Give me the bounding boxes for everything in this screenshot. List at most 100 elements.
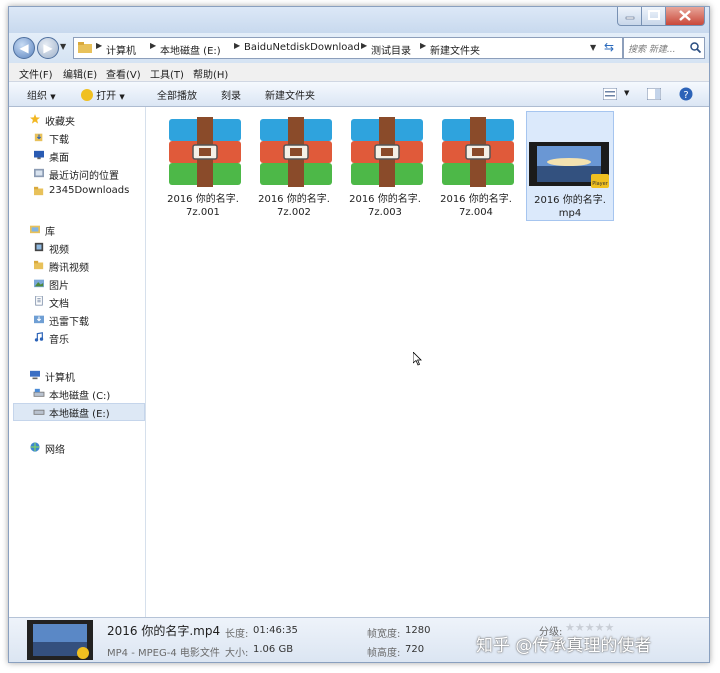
- breadcrumb-separator[interactable]: ▶: [234, 41, 240, 50]
- sidebar-network-label: 网络: [45, 445, 65, 456]
- desktop-icon: [34, 150, 44, 160]
- breadcrumb-new-folder[interactable]: 新建文件夹: [430, 42, 480, 57]
- close-button[interactable]: [665, 7, 705, 26]
- help-icon[interactable]: ?: [679, 87, 693, 101]
- breadcrumb-separator[interactable]: ▶: [361, 41, 367, 50]
- address-box[interactable]: ▶ 计算机 ▶ 本地磁盘 (E:) ▶ BaiduNetdiskDownload…: [73, 37, 623, 59]
- back-arrow-icon: ◀: [19, 41, 29, 55]
- view-dropdown[interactable]: ▼: [624, 89, 629, 97]
- sidebar-libraries-label: 库: [45, 227, 55, 238]
- sidebar-item-label: 最近访问的位置: [49, 171, 119, 182]
- file-name: 2016 你的名字. 7z.004: [433, 193, 519, 219]
- breadcrumb-test-dir[interactable]: 测试目录: [371, 42, 411, 57]
- address-bar-area: ◀ ▶ ▼ ▶ 计算机 ▶ 本地磁盘 (E:) ▶ BaiduNetdiskDo…: [9, 33, 709, 63]
- sidebar-item-label: 本地磁盘 (C:): [49, 391, 111, 402]
- forward-arrow-icon: ▶: [43, 41, 53, 55]
- search-icon[interactable]: [690, 42, 701, 53]
- minimize-icon: [625, 16, 635, 20]
- svg-text:?: ?: [683, 90, 688, 101]
- file-name-line2: 7z.002: [277, 207, 311, 218]
- file-item[interactable]: Player 2016 你的名字. mp4: [526, 111, 614, 221]
- menu-file[interactable]: 文件(F): [19, 66, 53, 81]
- breadcrumb-separator[interactable]: ▶: [96, 41, 102, 50]
- size-value: 1.06 GB: [253, 644, 294, 655]
- menu-edit[interactable]: 编辑(E): [63, 66, 97, 81]
- organize-label: 组织: [27, 91, 47, 102]
- search-input[interactable]: 搜索 新建...: [623, 37, 705, 59]
- burn-button[interactable]: 刻录: [221, 87, 241, 102]
- command-bar: 组织 ▼ 打开 ▼ 全部播放 刻录 新建文件夹 ▼ ?: [9, 82, 709, 107]
- maximize-icon: [648, 10, 660, 20]
- archive-icon: [169, 117, 241, 187]
- pictures-icon: [34, 279, 44, 288]
- file-name-line1: 2016 你的名字.: [534, 195, 606, 206]
- drive-icon: [33, 409, 45, 415]
- sidebar-item-label: 文档: [49, 299, 69, 310]
- file-item[interactable]: 2016 你的名字. 7z.001: [160, 111, 246, 219]
- menu-tools[interactable]: 工具(T): [150, 66, 184, 81]
- file-name: 2016 你的名字. 7z.002: [251, 193, 337, 219]
- forward-button[interactable]: ▶: [37, 37, 59, 59]
- breadcrumb-separator[interactable]: ▶: [150, 41, 156, 50]
- file-name: 2016 你的名字. mp4: [527, 194, 613, 220]
- computer-icon: [30, 370, 40, 380]
- file-name-line2: 7z.001: [186, 207, 220, 218]
- breadcrumb-separator[interactable]: ▶: [420, 41, 426, 50]
- network-icon: [30, 442, 40, 452]
- organize-button[interactable]: 组织 ▼: [27, 87, 56, 102]
- frame-height-label: 帧高度:: [367, 648, 401, 659]
- title-bar: [9, 7, 709, 33]
- sidebar-favorites-label: 收藏夹: [45, 117, 75, 128]
- file-name: 2016 你的名字. 7z.003: [342, 193, 428, 219]
- sidebar-item-label: 2345Downloads: [49, 185, 130, 196]
- breadcrumb-computer[interactable]: 计算机: [106, 42, 136, 57]
- preview-pane-icon[interactable]: [647, 88, 661, 100]
- file-name-line2: mp4: [558, 208, 582, 219]
- file-item[interactable]: 2016 你的名字. 7z.004: [433, 111, 519, 219]
- chevron-down-icon: ▼: [119, 93, 125, 101]
- download-folder-icon: [34, 133, 43, 142]
- breadcrumb-drive-e[interactable]: 本地磁盘 (E:): [160, 42, 221, 57]
- recent-pages-dropdown[interactable]: ▼: [60, 42, 66, 51]
- sidebar-item-label: 本地磁盘 (E:): [49, 409, 110, 420]
- size-label: 大小:: [225, 648, 249, 659]
- duration-label: 长度:: [225, 629, 249, 640]
- breadcrumb-baidunetdisk[interactable]: BaiduNetdiskDownload: [244, 42, 360, 53]
- file-name-line1: 2016 你的名字.: [440, 194, 512, 205]
- file-name-line1: 2016 你的名字.: [349, 194, 421, 205]
- file-item[interactable]: 2016 你的名字. 7z.002: [251, 111, 337, 219]
- video-file-icon: Player: [529, 142, 609, 188]
- player-icon: [81, 89, 93, 101]
- file-name-line1: 2016 你的名字.: [167, 194, 239, 205]
- file-item[interactable]: 2016 你的名字. 7z.003: [342, 111, 428, 219]
- mouse-cursor-icon: [413, 352, 422, 366]
- address-dropdown[interactable]: ▼: [590, 43, 596, 52]
- play-all-button[interactable]: 全部播放: [157, 87, 197, 102]
- chevron-down-icon: ▼: [50, 93, 56, 101]
- back-button[interactable]: ◀: [13, 37, 35, 59]
- sidebar-item-label: 腾讯视频: [49, 263, 89, 274]
- sidebar-item-label: 桌面: [49, 153, 69, 164]
- frame-width-label: 帧宽度:: [367, 629, 401, 640]
- menu-bar: 文件(F) 编辑(E) 查看(V) 工具(T) 帮助(H): [9, 63, 709, 82]
- minimize-button[interactable]: [617, 7, 643, 26]
- detail-filetype: MP4 - MPEG-4 电影文件: [107, 648, 220, 659]
- archive-icon: [442, 117, 514, 187]
- sidebar-item-label: 视频: [49, 245, 69, 256]
- file-name-line1: 2016 你的名字.: [258, 194, 330, 205]
- library-icon: [30, 225, 40, 234]
- menu-help[interactable]: 帮助(H): [193, 66, 228, 81]
- frame-height-value: 720: [405, 644, 425, 655]
- archive-icon: [260, 117, 332, 187]
- frame-width-value: 1280: [405, 625, 431, 636]
- menu-view[interactable]: 查看(V): [106, 66, 141, 81]
- refresh-icon[interactable]: ⇆: [604, 40, 614, 54]
- new-folder-button[interactable]: 新建文件夹: [265, 87, 315, 102]
- sidebar-item-label: 迅雷下载: [49, 317, 89, 328]
- maximize-button[interactable]: [641, 7, 667, 26]
- star-icon: [30, 114, 40, 124]
- open-button[interactable]: 打开 ▼: [81, 87, 125, 102]
- view-options-icon[interactable]: [603, 88, 617, 100]
- watermark: 知乎 @传承真理的使者: [476, 636, 652, 656]
- video-library-icon: [34, 242, 44, 252]
